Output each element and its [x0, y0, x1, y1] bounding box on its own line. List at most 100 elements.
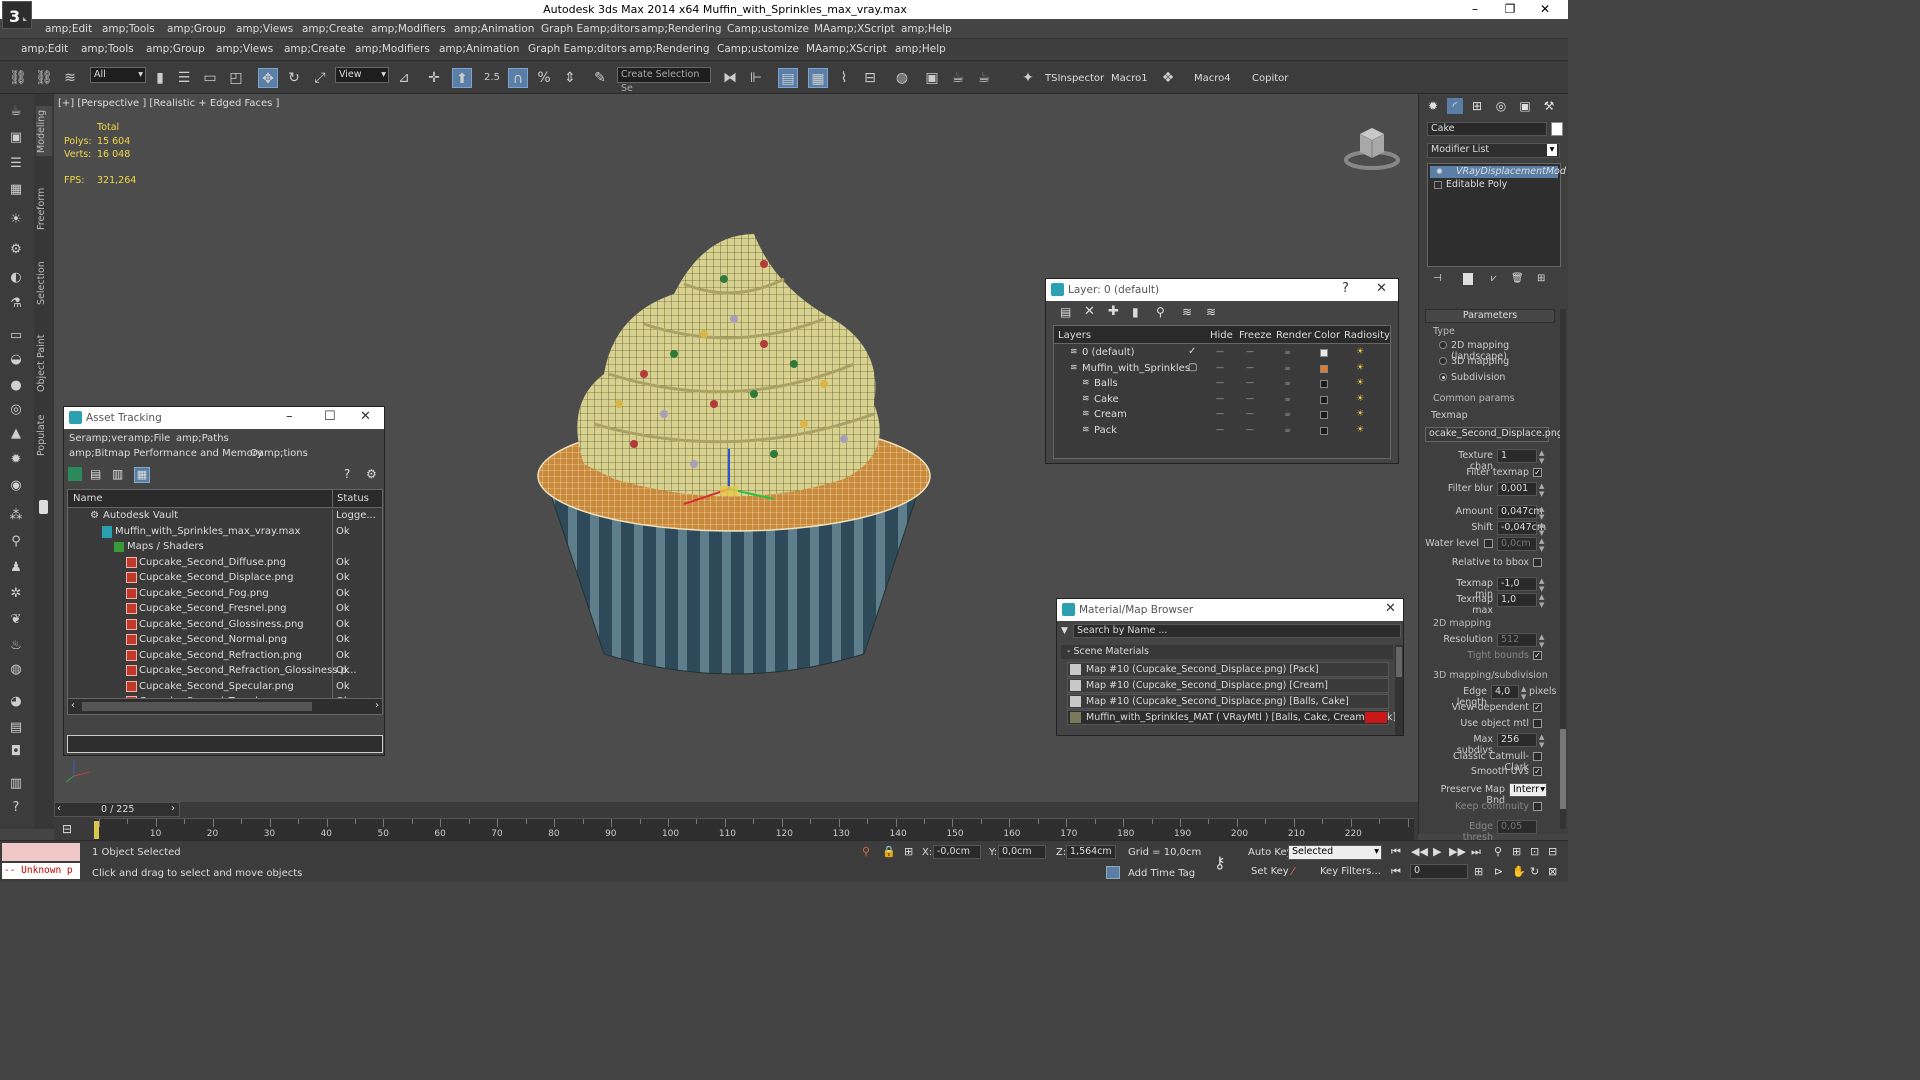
schematic-view-icon[interactable]: ⊟ — [860, 68, 880, 88]
material-item[interactable]: Map #10 (Cupcake_Second_Displace.png) [C… — [1067, 678, 1389, 693]
material-item[interactable]: Map #10 (Cupcake_Second_Displace.png) [P… — [1067, 662, 1389, 677]
next-frame-icon[interactable]: ▶▶ — [1449, 845, 1466, 858]
layer-manager-icon[interactable]: ▤ — [778, 68, 798, 88]
asset-close-button[interactable]: ✕ — [360, 409, 371, 424]
refresh-icon[interactable] — [68, 467, 82, 481]
ts-inspector-icon[interactable]: ✦ — [1018, 68, 1038, 88]
current-layer-check-icon[interactable]: ✓ — [1188, 346, 1196, 357]
minimize-button[interactable]: – — [1460, 0, 1490, 19]
key-mode-toggle-icon[interactable]: ⏮ — [1391, 865, 1401, 879]
shift-field[interactable]: -0,047cm — [1497, 521, 1546, 535]
stack-item-vray-displacement[interactable]: VRayDisplacementMod — [1430, 166, 1566, 178]
torus-icon[interactable]: ◎ — [6, 400, 26, 420]
y-coordinate-field[interactable]: 0,0cm — [998, 845, 1046, 859]
maximize-viewport-icon[interactable]: ⊠ — [1548, 865, 1557, 878]
disc-icon[interactable]: ◉ — [6, 476, 26, 496]
menu-create[interactable]: amp;Create — [302, 23, 364, 35]
teapot-icon[interactable]: ☕ — [6, 102, 26, 122]
grid-icon[interactable]: ▦ — [6, 180, 26, 200]
asset-row[interactable]: Cupcake_Second_Normal.png Ok — [68, 633, 382, 649]
mirror-icon[interactable]: ⧓ — [720, 68, 740, 88]
water-level-spinner[interactable]: ▲ ▼ — [1539, 537, 1544, 553]
max-subdivs-spinner[interactable]: ▲ ▼ — [1539, 733, 1544, 749]
rectangular-selection-icon[interactable]: ▭ — [200, 68, 220, 88]
menu-tools[interactable]: amp;Tools — [102, 23, 155, 35]
zoom-extents-all-icon[interactable]: ⊟ — [1548, 845, 1557, 858]
catmull-clark-checkbox[interactable] — [1533, 752, 1542, 761]
key-mode-dropdown[interactable]: Selected ▾ — [1288, 845, 1382, 860]
menu2-tools[interactable]: amp;Tools — [81, 43, 134, 55]
figure-icon[interactable]: ♟ — [6, 558, 26, 578]
col-name-header[interactable]: Name — [73, 493, 103, 504]
command-panel-scrollbar[interactable] — [1560, 309, 1566, 829]
material-item[interactable]: Muffin_with_Sprinkles_MAT ( VRayMtl ) [B… — [1067, 710, 1396, 725]
menu2-modifiers[interactable]: amp;Modifiers — [355, 43, 430, 55]
rendered-frame-icon[interactable]: ☕ — [948, 68, 968, 88]
select-and-move-icon[interactable]: ✥ — [258, 68, 278, 88]
menu2-views[interactable]: amp;Views — [216, 43, 273, 55]
edit-named-selection-icon[interactable]: ✎ — [590, 68, 610, 88]
render-production-icon[interactable]: ☕ — [974, 68, 994, 88]
reference-coord-dropdown[interactable]: View ▾ — [335, 67, 389, 83]
key-tangent-icon[interactable]: ⁄ — [1292, 865, 1294, 878]
menu2-create[interactable]: amp;Create — [284, 43, 346, 55]
asset-row[interactable]: Cupcake_Second_Fog.png Ok — [68, 586, 382, 602]
radiosity-icon[interactable]: ☀ — [1356, 425, 1364, 435]
texmap-max-field[interactable]: 1,0 — [1497, 593, 1537, 607]
macro-tsinspector[interactable]: TSInspector — [1045, 73, 1104, 84]
asset-row[interactable]: Cupcake_Second_Fresnel.png Ok — [68, 602, 382, 618]
maximize-button[interactable]: ❐ — [1495, 0, 1525, 19]
modify-tab-icon[interactable]: ◜ — [1447, 98, 1463, 114]
render-toggle-icon[interactable]: ☕ — [1284, 409, 1291, 418]
detail-view-icon[interactable]: ▥ — [112, 467, 123, 481]
wand-icon[interactable]: ⚲ — [6, 532, 26, 552]
ribbon-tab-populate[interactable]: Populate — [36, 412, 52, 458]
viewport-label[interactable]: [+] [Perspective ] [Realistic + Edged Fa… — [58, 98, 279, 109]
texmap-button[interactable]: ocake_Second_Displace.png) — [1425, 427, 1567, 442]
asset-menu-file[interactable]: amp;File — [128, 433, 170, 444]
menu-edit[interactable]: amp;Edit — [45, 23, 92, 35]
sun-icon[interactable]: ✹ — [6, 450, 26, 470]
col-freeze[interactable]: Freeze — [1239, 330, 1272, 341]
helper-icon[interactable]: ⚙ — [6, 240, 26, 260]
freeze-toggle-icon[interactable]: — — [1246, 363, 1254, 372]
ribbon-tab-selection[interactable]: Selection — [36, 260, 52, 306]
asset-maximize-button[interactable]: ☐ — [324, 409, 336, 424]
macro-macro4[interactable]: Macro4 — [1194, 73, 1231, 84]
menu-maxscript[interactable]: MAamp;XScript — [814, 23, 895, 35]
parameters-rollout[interactable]: Parameters — [1425, 309, 1555, 323]
select-and-link-icon[interactable]: ⛓ — [8, 68, 28, 88]
curve-editor-icon[interactable]: ⌇ — [834, 68, 854, 88]
col-layers[interactable]: Layers — [1058, 330, 1091, 341]
object-color-swatch[interactable] — [1551, 122, 1563, 136]
key-filters-button[interactable]: Key Filters... — [1320, 866, 1381, 877]
zoom-all-icon[interactable]: ⊞ — [1512, 845, 1521, 858]
smooth-uvs-checkbox[interactable]: ✓ — [1533, 767, 1542, 776]
delete-layer-icon[interactable]: ✕ — [1084, 304, 1095, 319]
render-icon[interactable]: ▤ — [6, 718, 26, 738]
z-coordinate-field[interactable]: 1,564cm — [1066, 845, 1116, 859]
asset-minimize-button[interactable]: – — [286, 409, 293, 424]
col-hide[interactable]: Hide — [1210, 330, 1233, 341]
radiosity-icon[interactable]: ☀ — [1356, 378, 1364, 388]
select-and-scale-icon[interactable]: ⤢ — [310, 68, 330, 88]
plant-icon[interactable]: ❦ — [6, 610, 26, 630]
toggle-icon[interactable]: ◘ — [6, 742, 26, 762]
ribbon-tab-object-paint[interactable]: Object Paint — [36, 334, 52, 392]
render-toggle-icon[interactable]: ☕ — [1284, 363, 1291, 372]
type-subdivision-radio[interactable] — [1439, 373, 1447, 381]
menu2-graph-editors[interactable]: Graph Eamp;ditors — [528, 43, 627, 55]
make-unique-icon[interactable]: ⩗ — [1491, 273, 1497, 284]
texmap-min-field[interactable]: -1,0 — [1497, 577, 1537, 591]
max-subdivs-field[interactable]: 256 — [1497, 733, 1537, 747]
hide-all-icon[interactable]: ≋ — [1182, 305, 1192, 319]
object-name-field[interactable]: Cake — [1427, 122, 1547, 136]
layer-row[interactable]: ≋ Balls — — ☕ ☀ — [1054, 377, 1390, 393]
show-end-result-icon[interactable] — [1463, 273, 1473, 285]
hide-toggle-icon[interactable]: — — [1216, 409, 1224, 418]
time-tag-icon[interactable] — [1106, 866, 1120, 879]
orbit-icon[interactable]: ↻ — [1530, 865, 1539, 878]
ribbon-tab-freeform[interactable]: Freeform — [36, 186, 52, 232]
hide-toggle-icon[interactable]: — — [1216, 363, 1224, 372]
time-slider-next-icon[interactable]: › — [171, 803, 175, 814]
